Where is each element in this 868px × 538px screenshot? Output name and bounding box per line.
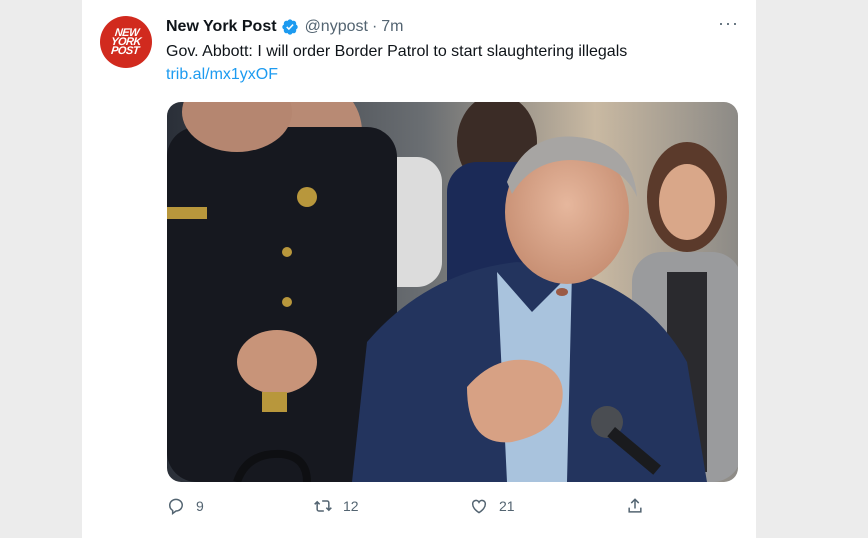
verified-badge-icon xyxy=(281,19,298,35)
more-options-icon[interactable]: ··· xyxy=(718,14,738,36)
retweet-button[interactable]: 12 xyxy=(313,496,359,516)
nypost-logo: NEW YORK POST xyxy=(110,26,142,57)
like-button[interactable]: 21 xyxy=(469,496,515,516)
retweet-icon xyxy=(314,500,332,512)
press-conference-photo-icon xyxy=(167,102,738,482)
reply-button[interactable]: 9 xyxy=(166,496,204,516)
reply-icon xyxy=(169,498,184,515)
reply-count: 9 xyxy=(196,498,204,514)
tweet-photo[interactable] xyxy=(167,102,738,482)
tweet-link[interactable]: trib.al/mx1yxOF xyxy=(166,66,278,84)
author-name[interactable]: New York Post xyxy=(166,18,277,36)
share-button[interactable] xyxy=(625,496,655,516)
tweet-card[interactable]: NEW YORK POST New York Post @nypost · 7m… xyxy=(82,0,756,538)
retweet-count: 12 xyxy=(343,498,359,514)
tweet-text: Gov. Abbott: I will order Border Patrol … xyxy=(166,43,628,60)
tweet-header: New York Post @nypost · 7m xyxy=(166,17,404,37)
share-icon xyxy=(628,498,642,513)
tweet-actions: 9 12 21 xyxy=(166,496,736,522)
author-handle[interactable]: @nypost xyxy=(305,18,368,36)
heart-icon xyxy=(471,499,487,514)
timestamp[interactable]: 7m xyxy=(381,18,403,36)
separator-dot: · xyxy=(371,18,378,35)
avatar[interactable]: NEW YORK POST xyxy=(100,16,152,68)
like-count: 21 xyxy=(499,498,515,514)
